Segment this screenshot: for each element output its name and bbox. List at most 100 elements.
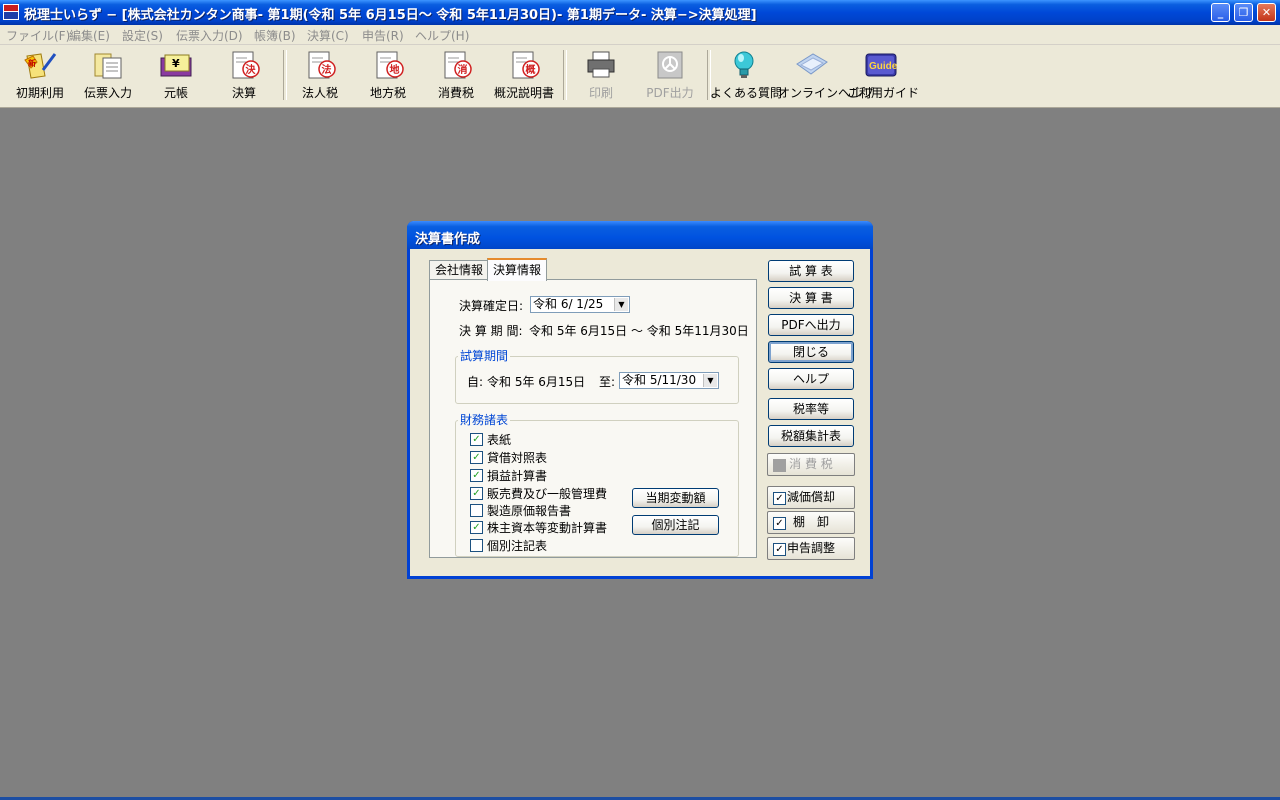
title-bar: 税理士いらず − [株式会社カンタン商事- 第1期(令和 5年 6月15日～ 令… [0, 0, 1280, 25]
toolbar-print-button[interactable]: 印刷 [567, 50, 635, 102]
menu-help[interactable]: ヘルプ(H) [415, 27, 469, 44]
to-date-combo[interactable]: 令和 5/11/30 ▼ [619, 372, 719, 389]
statement-manufacturing-cost[interactable]: 製造原価報告書 [470, 502, 571, 518]
depreciation-toggle[interactable]: ✓ 減価償却 [767, 486, 855, 509]
toolbar-label: 法人税 [301, 86, 338, 100]
svg-text:¥: ¥ [172, 57, 180, 70]
toggle-label: 消 費 税 [789, 457, 833, 471]
minimize-button[interactable]: _ [1211, 3, 1230, 22]
window-title: 税理士いらず − [株式会社カンタン商事- 第1期(令和 5年 6月15日～ 令… [24, 8, 757, 23]
tax-rates-button[interactable]: 税率等 [768, 398, 854, 420]
toolbar-label: PDF出力 [646, 86, 694, 100]
toolbar-label: 伝票入力 [83, 86, 132, 100]
toolbar-overview-doc-button[interactable]: 概 概況説明書 [490, 50, 558, 102]
overview-doc-icon: 概 [512, 51, 540, 79]
toolbar-label: 元帳 [163, 86, 188, 100]
guide-icon: Guide [865, 53, 898, 77]
dialog-title: 決算書作成 [407, 221, 873, 249]
menu-bar: ファイル(F) 編集(E) 設定(S) 伝票入力(D) 帳簿(B) 決算(C) … [0, 25, 1280, 45]
statement-cover[interactable]: ✓ 表紙 [470, 431, 511, 447]
toolbar-faq-button[interactable]: よくある質問 [710, 50, 782, 102]
toggle-label: 減価償却 [786, 490, 835, 504]
checkbox[interactable]: ✓ [470, 487, 483, 500]
toggle-label: 申告調整 [786, 541, 835, 555]
statement-notes[interactable]: 個別注記表 [470, 537, 547, 553]
consumption-tax-toggle: 消 費 税 [767, 453, 855, 476]
help-button[interactable]: ヘルプ [768, 368, 854, 390]
individual-notes-button[interactable]: 個別注記 [632, 515, 719, 535]
statement-sga-expenses[interactable]: ✓ 販売費及び一般管理費 [470, 485, 607, 501]
restore-button[interactable]: ❐ [1234, 3, 1253, 22]
toolbar-label: 概況説明書 [493, 86, 554, 100]
toggle-label: 棚 卸 [792, 515, 829, 529]
toolbar-ledger-button[interactable]: ¥ 元帳 [142, 50, 210, 102]
toolbar: 新 初期利用 伝票入力 ¥ 元帳 決 決算 法 法人税 地 地方税 消 消費税 … [0, 45, 1280, 108]
toolbar-label: 消費税 [437, 86, 474, 100]
tax-summary-button[interactable]: 税額集計表 [768, 425, 854, 447]
faq-bulb-icon [734, 51, 754, 78]
toolbar-online-help-button[interactable]: オンラインヘルプ [778, 50, 874, 102]
close-dialog-button[interactable]: 閉じる [768, 341, 854, 363]
statement-label: 貸借対照表 [487, 451, 548, 465]
checkbox[interactable]: ✓ [470, 433, 483, 446]
chevron-down-icon[interactable]: ▼ [703, 374, 717, 387]
menu-filing[interactable]: 申告(R) [362, 27, 404, 44]
checkbox[interactable]: ✓ [773, 517, 786, 530]
checkbox[interactable]: ✓ [470, 451, 483, 464]
financial-statements-button[interactable]: 決 算 書 [768, 287, 854, 309]
svg-text:Guide: Guide [869, 61, 898, 72]
tab-company-info[interactable]: 会社情報 [429, 260, 490, 279]
checkbox[interactable]: ✓ [470, 469, 483, 482]
corporate-tax-icon: 法 [308, 51, 336, 79]
tab-panel-settlement-info: 決算確定日: 令和 6/ 1/25 ▼ 決 算 期 間: 令和 5年 6月15日… [429, 279, 757, 558]
menu-voucher-entry[interactable]: 伝票入力(D) [176, 27, 243, 44]
checkbox[interactable]: ✓ [470, 521, 483, 534]
tab-settlement-info[interactable]: 決算情報 [487, 258, 548, 281]
settlement-date-combo[interactable]: 令和 6/ 1/25 ▼ [530, 296, 630, 313]
menu-books[interactable]: 帳簿(B) [254, 27, 296, 44]
settlement-date-label: 決算確定日: [459, 299, 524, 313]
pdf-icon [657, 51, 683, 79]
checkbox[interactable]: ✓ [773, 543, 786, 556]
trial-balance-button[interactable]: 試 算 表 [768, 260, 854, 282]
toolbar-pdf-output-button[interactable]: PDF出力 [636, 50, 704, 102]
statement-income-statement[interactable]: ✓ 損益計算書 [470, 467, 547, 483]
trial-period-group-label: 試算期間 [458, 347, 511, 364]
statement-label: 販売費及び一般管理費 [487, 487, 608, 501]
toolbar-settlement-button[interactable]: 決 決算 [210, 50, 278, 102]
inventory-toggle[interactable]: ✓ 棚 卸 [767, 511, 855, 534]
toolbar-corporate-tax-button[interactable]: 法 法人税 [286, 50, 354, 102]
to-date-value: 令和 5/11/30 [622, 373, 697, 387]
toolbar-voucher-entry-button[interactable]: 伝票入力 [74, 50, 142, 102]
toolbar-label: 決算 [231, 86, 256, 100]
statement-shareholders-equity[interactable]: ✓ 株主資本等変動計算書 [470, 519, 607, 535]
toolbar-label: 初期利用 [15, 86, 64, 100]
current-period-change-button[interactable]: 当期変動額 [632, 488, 719, 508]
menu-settings[interactable]: 設定(S) [122, 27, 163, 44]
consumption-tax-icon: 消 [444, 51, 472, 79]
chevron-down-icon[interactable]: ▼ [614, 298, 628, 311]
toolbar-guide-button[interactable]: Guide ご利用ガイド [847, 50, 920, 102]
toolbar-label: ご利用ガイド [847, 86, 920, 100]
toolbar-local-tax-button[interactable]: 地 地方税 [354, 50, 422, 102]
close-button[interactable]: ✕ [1257, 3, 1276, 22]
statement-balance-sheet[interactable]: ✓ 貸借対照表 [470, 449, 547, 465]
checkbox [773, 459, 786, 472]
svg-text:新: 新 [28, 58, 36, 68]
toolbar-label: 地方税 [369, 86, 406, 100]
new-start-icon: 新 [24, 53, 57, 79]
menu-edit[interactable]: 編集(E) [69, 27, 110, 44]
tax-adjustment-toggle[interactable]: ✓ 申告調整 [767, 537, 855, 560]
toolbar-consumption-tax-button[interactable]: 消 消費税 [422, 50, 490, 102]
checkbox[interactable] [470, 504, 483, 517]
menu-file[interactable]: ファイル(F) [6, 27, 70, 44]
pdf-export-button[interactable]: PDFへ出力 [768, 314, 854, 336]
financial-statements-group-label: 財務諸表 [458, 411, 511, 428]
checkbox[interactable]: ✓ [773, 492, 786, 505]
svg-text:消: 消 [458, 63, 468, 76]
checkbox[interactable] [470, 539, 483, 552]
menu-settlement[interactable]: 決算(C) [307, 27, 349, 44]
online-help-icon [796, 53, 828, 75]
toolbar-initial-use-button[interactable]: 新 初期利用 [6, 50, 74, 102]
svg-text:決: 決 [246, 63, 257, 76]
